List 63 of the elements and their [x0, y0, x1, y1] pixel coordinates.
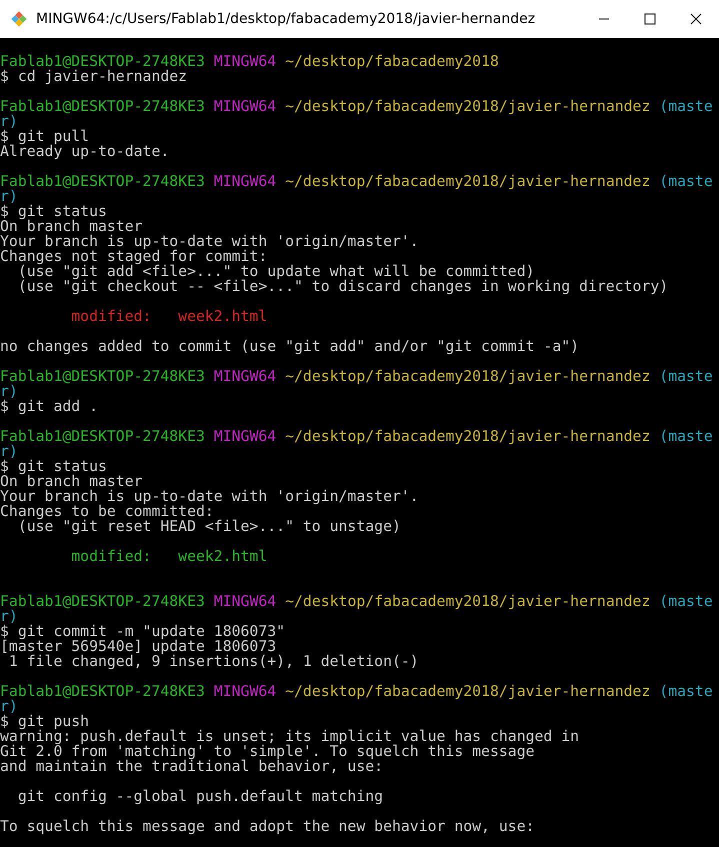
shell-name: MINGW64 — [214, 53, 276, 70]
current-path: ~/desktop/fabacademy2018/javier-hernandez — [285, 428, 650, 445]
output-text: To squelch this message and adopt the new behavior now, use: — [0, 818, 535, 835]
output-text: and maintain the traditional behavior, use: — [0, 758, 384, 775]
current-path: ~/desktop/fabacademy2018/javier-hernandez — [285, 368, 650, 385]
git-branch: (maste — [659, 173, 713, 190]
current-path: ~/desktop/fabacademy2018/javier-hernandez — [285, 98, 650, 115]
output-text: (use "git reset HEAD <file>..." to unstage) — [18, 518, 401, 535]
close-icon — [690, 13, 702, 25]
user-host-text: Fablab1@DESKTOP-2748KE3 — [0, 593, 205, 610]
output-text: no changes added to commit (use "git add" and/or "git commit -a") — [0, 338, 580, 355]
user-host-text: Fablab1@DESKTOP-2748KE3 — [0, 368, 205, 385]
shell-name: MINGW64 — [214, 593, 276, 610]
user-host-text: Fablab1@DESKTOP-2748KE3 — [0, 173, 205, 190]
git-branch: (maste — [659, 428, 713, 445]
shell-name: MINGW64 — [214, 428, 276, 445]
shell-name: MINGW64 — [214, 173, 276, 190]
output-text: git config --global push.default matching — [16, 788, 384, 805]
output-text: Already up-to-date. — [0, 143, 170, 160]
output-text: [master 569540e] update 1806073 — [0, 638, 276, 655]
current-path: ~/desktop/fabacademy2018/javier-hernandez — [285, 683, 650, 700]
git-branch: r) — [0, 113, 18, 130]
git-branch: r) — [0, 608, 18, 625]
current-path: ~/desktop/fabacademy2018 — [285, 53, 499, 70]
output-text: (use "git checkout -- <file>..." to discard changes in working directory) — [16, 278, 668, 295]
git-branch: (maste — [659, 98, 713, 115]
output-text: On branch master — [0, 218, 143, 235]
command-text: $ git status — [0, 458, 107, 475]
current-path: ~/desktop/fabacademy2018/javier-hernandez — [285, 593, 650, 610]
user-host-text: Fablab1@DESKTOP-2748KE3 — [0, 53, 205, 70]
user-host-text: Fablab1@DESKTOP-2748KE3 — [0, 98, 205, 115]
command-text: $ git commit -m "update 1806073" — [0, 623, 286, 640]
git-branch: (maste — [659, 683, 713, 700]
user-host-text: Fablab1@DESKTOP-2748KE3 — [0, 428, 205, 445]
output-text: Git 2.0 from 'matching' to 'simple'. To squelch this message — [0, 743, 535, 760]
output-text: warning: push.default is unset; its implicit value has changed in — [0, 728, 580, 745]
modified-file-text: modified: week2.html — [70, 308, 268, 325]
git-branch: r) — [0, 188, 18, 205]
git-branch: (maste — [659, 593, 713, 610]
window-title: MINGW64:/c/Users/Fablab1/desktop/fabacademy2018/javier-hernandez — [36, 11, 536, 27]
output-text: (use "git add <file>..." to update what will be committed) — [18, 263, 535, 280]
output-text: Your branch is up-to-date with 'origin/master'. — [0, 233, 419, 250]
command-text: $ cd javier-hernandez — [0, 68, 188, 85]
output-text: Your branch is up-to-date with 'origin/master'. — [0, 488, 419, 505]
command-text: $ git add . — [0, 398, 98, 415]
command-text: $ git status — [0, 203, 107, 220]
git-branch: (maste — [659, 368, 713, 385]
command-text: $ git push — [0, 713, 90, 730]
shell-name: MINGW64 — [214, 683, 276, 700]
output-text: Changes to be committed: — [0, 503, 214, 520]
output-text: Changes not staged for commit: — [0, 248, 268, 265]
shell-name: MINGW64 — [214, 98, 276, 115]
git-branch: r) — [0, 383, 18, 400]
current-path: ~/desktop/fabacademy2018/javier-hernandez — [285, 173, 650, 190]
command-text: $ git pull — [0, 128, 90, 145]
user-host-text: Fablab1@DESKTOP-2748KE3 — [0, 683, 205, 700]
git-branch: r) — [0, 443, 18, 460]
shell-name: MINGW64 — [214, 368, 276, 385]
git-branch: r) — [0, 698, 18, 715]
output-text: On branch master — [0, 473, 143, 490]
modified-file-text: modified: week2.html — [70, 548, 268, 565]
output-text: 1 file changed, 9 insertions(+), 1 deletion(-) — [8, 653, 419, 670]
maximize-icon — [644, 13, 656, 25]
